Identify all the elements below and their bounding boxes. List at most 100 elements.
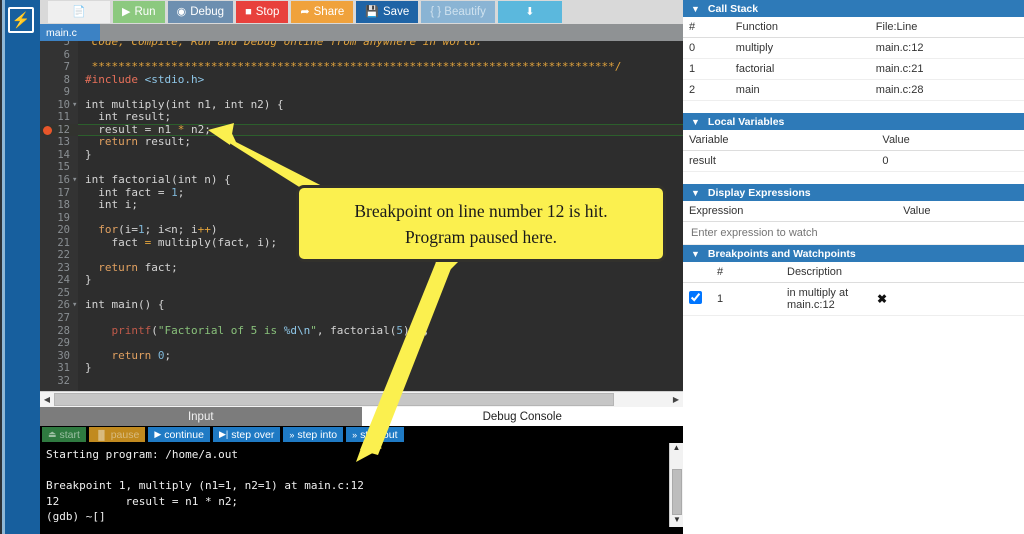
line-number: 23 xyxy=(40,262,70,275)
table-body: 1in multiply at main.c:12✖ xyxy=(683,283,1024,316)
column-header: Function xyxy=(730,17,870,38)
code-line[interactable]: 5 Code, Compile, Run and Debug online fr… xyxy=(40,41,683,49)
code-line[interactable]: 24} xyxy=(40,274,683,287)
breakpoint-remove-button[interactable]: ✖ xyxy=(871,283,1024,316)
app-logo[interactable]: ⚡ xyxy=(8,7,34,33)
panel-title-call-stack: Call Stack xyxy=(708,3,758,15)
step-out-icon: » xyxy=(352,430,357,440)
line-number: 22 xyxy=(40,249,70,262)
file-tab-label: main.c xyxy=(46,27,77,39)
breakpoint-enabled-checkbox-cell[interactable] xyxy=(683,283,711,316)
left-sidebar: ⚡ xyxy=(0,0,40,534)
table-cell: main xyxy=(730,80,870,101)
new-file-button[interactable]: 📄 xyxy=(48,1,110,23)
annotation-line-2: Program paused here. xyxy=(405,224,557,250)
table-body: 0multiplymain.c:121factorialmain.c:212ma… xyxy=(683,38,1024,101)
panel-header-call-stack[interactable]: ▼ Call Stack xyxy=(683,0,1024,17)
debug-button[interactable]: ◉ Debug xyxy=(168,1,234,23)
share-button[interactable]: ➦ Share xyxy=(291,1,353,23)
code-line[interactable]: 26▾int main() { xyxy=(40,299,683,312)
line-number: 16 xyxy=(40,174,70,187)
code-line[interactable]: 30 return 0; xyxy=(40,350,683,363)
scroll-thumb[interactable] xyxy=(54,393,614,406)
chevron-down-icon: ▼ xyxy=(691,4,700,14)
debug-button-label: step over xyxy=(231,429,274,441)
save-button[interactable]: 💾 Save xyxy=(356,1,418,23)
file-tab-main-c[interactable]: main.c xyxy=(40,24,100,41)
code-line[interactable]: 14} xyxy=(40,149,683,162)
beautify-button[interactable]: { } Beautify xyxy=(421,1,495,23)
scroll-right-icon[interactable]: ▶ xyxy=(669,395,683,404)
eject-icon: ⏏ xyxy=(48,429,57,440)
debug-step-out-button[interactable]: »step out xyxy=(346,427,403,442)
code-text: } xyxy=(85,149,92,162)
tab-debug-console[interactable]: Debug Console xyxy=(362,407,684,426)
code-line[interactable]: 23 return fact; xyxy=(40,262,683,275)
table-row[interactable]: 1in multiply at main.c:12✖ xyxy=(683,283,1024,316)
debug-control-bar: ⏏start▐▌pause▶continue▶|step over»step i… xyxy=(40,426,683,443)
table-cell: 0 xyxy=(876,151,1024,172)
scroll-track[interactable] xyxy=(54,393,669,406)
code-line[interactable]: 31} xyxy=(40,362,683,375)
column-header: Expression xyxy=(683,201,897,222)
line-number: 25 xyxy=(40,287,70,300)
line-number: 12 xyxy=(40,124,70,137)
line-number: 24 xyxy=(40,274,70,287)
breakpoint-description: in multiply at main.c:12 xyxy=(781,283,871,316)
code-text: return result; xyxy=(85,136,191,149)
code-text: #include <stdio.h> xyxy=(85,74,204,87)
stop-button[interactable]: ■ Stop xyxy=(236,1,288,23)
debug-label: Debug xyxy=(190,6,224,18)
table-cell: main.c:12 xyxy=(870,38,1024,59)
line-number: 19 xyxy=(40,212,70,225)
panel-header-breakpoints[interactable]: ▼ Breakpoints and Watchpoints xyxy=(683,245,1024,262)
table-row[interactable]: result0 xyxy=(683,151,1024,172)
panel-header-display-expressions[interactable]: ▼ Display Expressions xyxy=(683,184,1024,201)
table-body: result0 xyxy=(683,151,1024,172)
code-line[interactable]: 8#include <stdio.h> xyxy=(40,74,683,87)
line-number: 28 xyxy=(40,325,70,338)
table-row[interactable]: 1factorialmain.c:21 xyxy=(683,59,1024,80)
line-number: 6 xyxy=(40,49,70,62)
watch-expression-input[interactable] xyxy=(683,222,1024,245)
fold-toggle-icon[interactable]: ▾ xyxy=(72,299,77,312)
debug-step-over-button[interactable]: ▶|step over xyxy=(213,427,280,442)
column-header: # xyxy=(711,262,781,283)
beautify-label: { } Beautify xyxy=(430,6,486,18)
code-line[interactable]: 32 xyxy=(40,375,683,388)
fold-toggle-icon[interactable]: ▾ xyxy=(72,174,77,187)
code-line[interactable]: 28 printf("Factorial of 5 is %d\n", fact… xyxy=(40,325,683,338)
download-button[interactable]: ⬇ xyxy=(498,1,562,23)
debug-console-output[interactable]: Starting program: /home/a.out Breakpoint… xyxy=(40,443,683,534)
table-row[interactable]: 0multiplymain.c:12 xyxy=(683,38,1024,59)
line-number: 9 xyxy=(40,86,70,99)
table-row[interactable]: 2mainmain.c:28 xyxy=(683,80,1024,101)
stop-icon: ■ xyxy=(245,7,252,18)
debug-pause-button[interactable]: ▐▌pause xyxy=(89,427,145,442)
table-cell: factorial xyxy=(730,59,870,80)
code-text: } xyxy=(85,274,92,287)
console-scroll-down-icon[interactable]: ▼ xyxy=(670,515,684,527)
scroll-left-icon[interactable]: ◀ xyxy=(40,395,54,404)
run-label: Run xyxy=(134,6,155,18)
debug-start-button[interactable]: ⏏start xyxy=(42,427,86,442)
console-scrollbar[interactable]: ▲ ▼ xyxy=(669,443,683,527)
run-button[interactable]: ▶ Run xyxy=(113,1,165,23)
line-number: 13 xyxy=(40,136,70,149)
column-header xyxy=(871,262,1024,283)
chevron-down-icon: ▼ xyxy=(691,117,700,127)
debug-step-into-button[interactable]: »step into xyxy=(283,427,343,442)
breakpoint-number: 1 xyxy=(711,283,781,316)
tab-input[interactable]: Input xyxy=(40,407,362,426)
table-cell: 0 xyxy=(683,38,730,59)
code-line[interactable]: 13 return result; xyxy=(40,136,683,149)
debug-continue-button[interactable]: ▶continue xyxy=(148,427,210,442)
editor-horizontal-scrollbar[interactable]: ◀ ▶ xyxy=(40,391,683,407)
stop-label: Stop xyxy=(256,6,280,18)
pause-icon: ▐▌ xyxy=(95,430,108,440)
fold-toggle-icon[interactable]: ▾ xyxy=(72,99,77,112)
console-scroll-up-icon[interactable]: ▲ xyxy=(670,443,683,455)
console-scroll-thumb[interactable] xyxy=(672,469,682,515)
breakpoint-enabled-checkbox[interactable] xyxy=(689,291,702,304)
panel-header-local-variables[interactable]: ▼ Local Variables xyxy=(683,113,1024,130)
